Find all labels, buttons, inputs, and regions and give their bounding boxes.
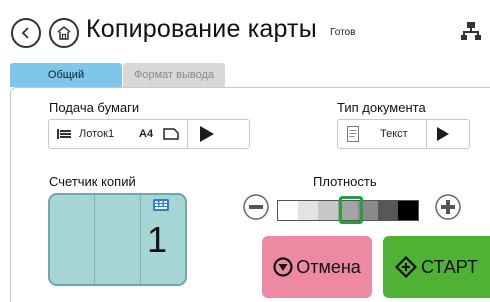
minus-icon — [243, 194, 269, 220]
tray-value: Лоток1 — [79, 128, 115, 140]
density-level-1[interactable] — [278, 201, 298, 220]
document-type-arrow-icon — [437, 127, 449, 141]
copies-counter[interactable]: 1 — [48, 193, 187, 286]
home-icon — [57, 26, 71, 40]
start-icon — [395, 256, 417, 278]
document-type-value: Текст — [380, 128, 408, 140]
keypad-icon — [153, 199, 169, 211]
paper-feed-arrow-icon — [200, 126, 215, 142]
copies-value: 1 — [146, 219, 167, 260]
header-bar: Копирование карты Готов — [0, 0, 490, 60]
chevron-left-icon — [21, 27, 29, 39]
field-divider — [426, 120, 427, 148]
start-button[interactable]: СТАРТ — [383, 236, 490, 298]
home-button[interactable] — [49, 18, 79, 48]
density-decrease-button[interactable] — [243, 194, 269, 220]
density-level-2[interactable] — [298, 201, 318, 220]
counter-divider — [94, 195, 95, 284]
copies-label: Счетчик копий — [49, 174, 136, 189]
density-selection-marker — [339, 196, 363, 224]
density-level-7[interactable] — [398, 201, 418, 220]
stop-icon — [273, 257, 293, 277]
page-title: Копирование карты — [86, 15, 317, 43]
start-label: СТАРТ — [421, 256, 478, 277]
paper-tray-icon — [57, 129, 71, 139]
network-icon — [461, 22, 481, 40]
cancel-button[interactable]: Отмена — [262, 236, 372, 298]
tab-bar: Общий Формат вывода — [10, 63, 225, 87]
portrait-orientation-icon — [163, 128, 179, 140]
field-divider — [187, 120, 189, 148]
counter-divider — [140, 195, 141, 284]
density-increase-button[interactable] — [435, 194, 461, 220]
status-text: Готов — [330, 27, 356, 38]
density-level-3[interactable] — [318, 201, 338, 220]
cancel-label: Отмена — [296, 256, 361, 277]
paper-size-value: A4 — [139, 128, 154, 140]
paper-feed-label: Подача бумаги — [49, 100, 140, 115]
back-button[interactable] — [11, 18, 41, 48]
density-level-6[interactable] — [378, 201, 398, 220]
tab-output-format[interactable]: Формат вывода — [123, 63, 225, 87]
document-icon — [347, 126, 359, 142]
tab-general[interactable]: Общий — [10, 63, 122, 87]
paper-feed-selector[interactable]: Лоток1 A4 — [48, 119, 250, 149]
document-type-label: Тип документа — [337, 100, 426, 115]
plus-icon — [435, 194, 461, 220]
document-type-selector[interactable]: Текст — [337, 119, 470, 149]
density-label: Плотность — [313, 174, 377, 189]
